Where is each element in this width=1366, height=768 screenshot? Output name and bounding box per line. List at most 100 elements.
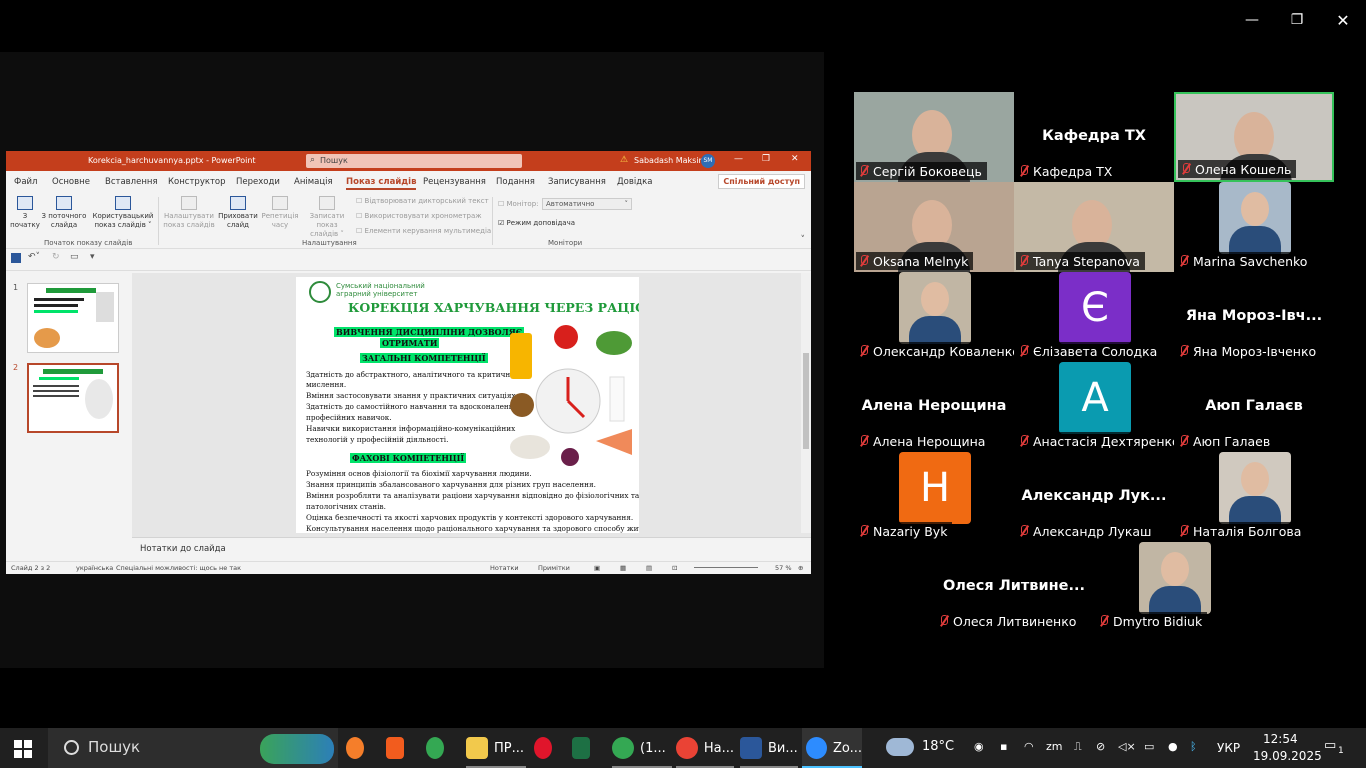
presenter-view-checkbox[interactable]: Режим доповідача [498,219,576,227]
taskbar-app-word[interactable]: Ви... [740,728,798,768]
participant-tile[interactable]: Олеся Литвине... Олеся Литвиненко [934,542,1094,632]
close-button[interactable]: ✕ [1331,8,1355,32]
menu-review[interactable]: Рецензування [423,177,486,187]
taskbar-app-explorer[interactable]: ПР... [466,728,526,768]
slide-vertical-scrollbar[interactable] [801,273,811,533]
input-language[interactable]: УКР [1217,741,1240,755]
monitor-select[interactable]: Автоматично ˅ [542,198,632,210]
participant-tile[interactable]: Олена Кошель [1174,92,1334,182]
normal-view-icon[interactable]: ▣ [594,564,600,572]
comments-toggle-button[interactable]: Примітки [538,564,570,572]
narration-checkbox[interactable]: Відтворювати дикторський текст [356,197,489,205]
firefox-app[interactable] [346,728,370,768]
from-start-button[interactable]: Зпочатку [10,196,40,230]
slideshow-view-icon[interactable]: ⊡ [672,564,677,572]
status-accessibility[interactable]: Спеціальні можливості: щось не так [116,564,241,572]
wifi-off-icon[interactable]: ⊘ [1096,740,1105,753]
status-language[interactable]: українська [76,564,113,572]
ppt-user-avatar[interactable]: SM [701,154,715,168]
slide-text-line: Знання принципів збалансованого харчуван… [306,480,596,489]
save-icon[interactable] [11,253,21,263]
custom-show-button[interactable]: Користувацький показ слайдів ˅ [92,196,154,230]
participant-tile[interactable]: Tanya Stepanova [1014,182,1174,272]
ppt-restore-icon[interactable]: ❐ [762,154,770,164]
participant-tile[interactable]: Marina Savchenko [1174,182,1334,272]
menu-record[interactable]: Записування [548,177,606,187]
usb-icon[interactable]: ⎍ [1074,740,1082,754]
participant-tile[interactable]: Oksana Melnyk [854,182,1014,272]
pdf-app[interactable] [386,728,410,768]
media-controls-checkbox[interactable]: Елементи керування мультимедіа [356,227,492,235]
slide-thumbnail-1[interactable] [27,283,119,353]
zoom-slider[interactable] [694,567,758,568]
menu-animation[interactable]: Анімація [294,177,333,187]
ppt-minimize-icon[interactable]: — [734,154,743,164]
speaker-muted-icon[interactable]: ◁× [1118,740,1136,753]
participant-tile[interactable]: Сергій Боковець [854,92,1014,182]
clock-time[interactable]: 12:54 [1263,732,1298,746]
slide-thumbnail-2[interactable] [27,363,119,433]
participant-tile[interactable]: Алена Нерощина Алена Нерощина [854,362,1014,452]
zoom-level[interactable]: 57 % [775,564,792,572]
rehearse-button[interactable]: Репетиція часу [260,196,300,230]
menu-home[interactable]: Основне [52,177,90,187]
ppt-search-box[interactable]: Пошук [306,154,522,168]
participant-tile[interactable]: Кафедра ТХ Кафедра ТХ [1014,92,1174,182]
present-icon[interactable]: ▭ [70,252,79,262]
minimize-button[interactable]: — [1240,8,1264,32]
mic-muted-icon [1019,255,1029,267]
zoom-mini-icon[interactable]: zm [1046,740,1063,753]
participant-tile[interactable]: А Анастасія Дехтяренко [1014,362,1174,452]
sorter-view-icon[interactable]: ▦ [620,564,626,572]
menu-file[interactable]: Файл [14,177,37,187]
participant-tile[interactable]: Александр Лук... Александр Лукаш [1014,452,1174,542]
participant-tile[interactable]: Є Єлізавета Солодка [1014,272,1174,362]
customize-qat-icon[interactable]: ▾ [90,252,95,262]
network-icon[interactable]: ◠ [1024,740,1034,753]
reading-view-icon[interactable]: ▤ [646,564,652,572]
participant-tile[interactable]: Яна Мороз-Івч... Яна Мороз-Івченко [1174,272,1334,362]
redo-icon[interactable]: ↻ [52,252,60,262]
excel-app[interactable] [572,728,596,768]
notification-icon[interactable]: ▭ [1324,738,1336,753]
taskbar-app-zoom[interactable]: Zo... [802,728,862,768]
ppt-close-icon[interactable]: ✕ [791,154,799,164]
taskbar-app-chrome-profile[interactable]: На... [676,728,734,768]
scrollbar-thumb[interactable] [803,353,809,449]
share-button[interactable]: Спільний доступ [718,174,805,189]
slide-canvas[interactable]: Сумський національний аграрний університе… [296,277,639,533]
menu-insert[interactable]: Вставлення [105,177,158,187]
fit-slide-icon[interactable]: ⊕ [798,564,803,572]
participant-tile[interactable]: Dmytro Bidiuk [1094,542,1254,632]
weather-temp[interactable]: 18°C [922,739,954,754]
menu-slideshow[interactable]: Показ слайдів [346,177,417,190]
battery-icon[interactable]: ▭ [1144,740,1154,753]
record-show-button[interactable]: Записати показ слайдів ˅ [300,196,354,239]
menu-view[interactable]: Подання [496,177,535,187]
zoom-tray-icon[interactable]: ◉ [974,740,984,753]
participant-tile[interactable]: Аюп Галаєв Аюп Галаев [1174,362,1334,452]
participant-tile[interactable]: Н Nazariy Byk [854,452,1014,542]
taskbar-app-chrome[interactable]: (1... [612,728,672,768]
bluetooth-icon[interactable]: ᛒ [1190,740,1197,753]
timings-checkbox[interactable]: Використовувати хронометраж [356,212,482,220]
clock-date[interactable]: 19.09.2025 [1253,749,1322,763]
menu-design[interactable]: Конструктор [168,177,226,187]
participant-tile[interactable]: Олександр Коваленко [854,272,1014,362]
restore-button[interactable]: ❐ [1285,8,1309,32]
windows-start-icon[interactable] [14,740,32,758]
opera-app[interactable] [534,728,558,768]
participant-tile[interactable]: Наталія Болгова [1174,452,1334,542]
menu-help[interactable]: Довідка [617,177,652,187]
hide-slide-button[interactable]: Приховати слайд [216,196,260,230]
from-current-button[interactable]: З поточного слайда [40,196,88,230]
notes-pane[interactable]: Нотатки до слайда [132,537,811,561]
undo-icon[interactable]: ↶˅ [28,252,40,262]
setup-show-button[interactable]: Налаштувати показ слайдів [162,196,216,230]
menu-transitions[interactable]: Переходи [236,177,280,187]
collapse-ribbon-icon[interactable]: ˅ [801,235,806,245]
notes-toggle-button[interactable]: Нотатки [490,564,519,572]
microphone-icon[interactable]: ● [1168,740,1178,753]
chrome-app[interactable] [426,728,450,768]
antivirus-icon[interactable]: ▪ [1000,740,1007,753]
